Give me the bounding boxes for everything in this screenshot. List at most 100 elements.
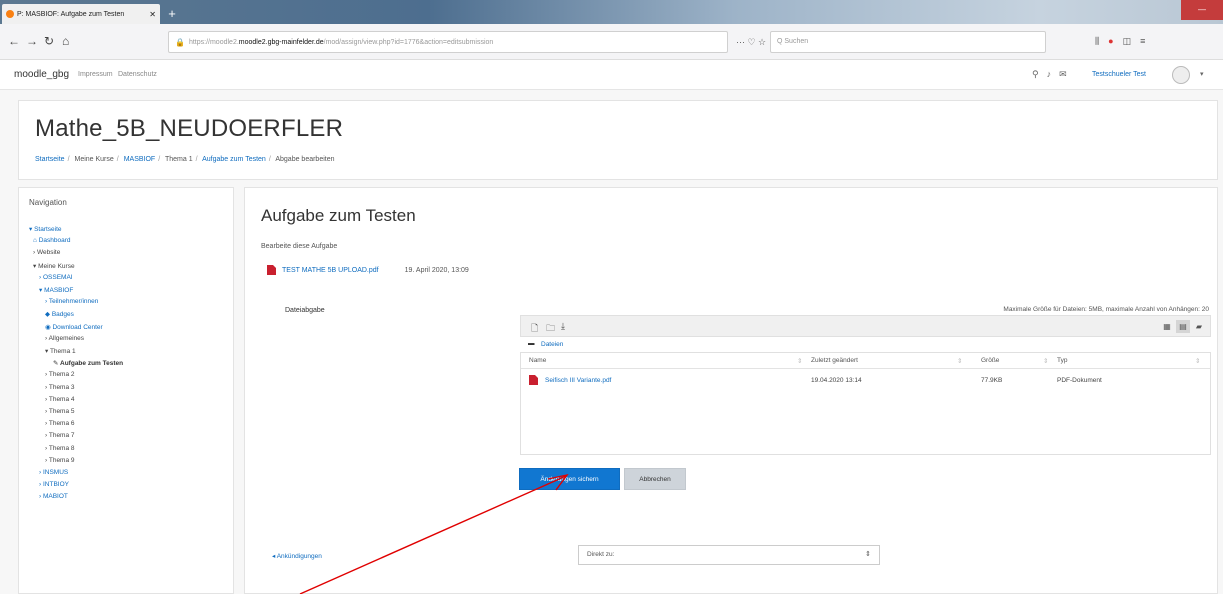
sidebar-item-label: › Thema 4 [45,395,75,403]
sidebar-item[interactable]: ✎ Aufgabe zum Testen [53,359,123,367]
path-link[interactable]: Dateien [541,341,563,348]
menu-icon[interactable]: ≡ [1140,36,1145,47]
sidebar-item-label: › MABIOT [39,493,68,501]
close-tab-icon[interactable]: ✕ [149,10,156,19]
select-arrow-icon: ⇕ [865,551,871,558]
sidebar-item[interactable]: ▾ Meine Kurse [33,262,75,270]
save-changes-button[interactable]: Änderungen sichern [519,468,620,490]
create-folder-icon[interactable]: 🗀 [546,321,555,337]
breadcrumb-item[interactable]: Aufgabe zum Testen [202,156,266,163]
table-row[interactable]: Seifisch III Variante.pdf 19.04.2020 13:… [521,371,1210,391]
sidebar-item[interactable]: › Thema 2 [45,371,75,378]
sidebar-item[interactable]: › OSSEMAI [39,274,73,281]
sidebar-item[interactable]: › MABIOT [39,493,68,500]
url-bar[interactable]: 🔒 https://moodle2. moodle2.gbg-mainfelde… [168,31,728,53]
browser-tab[interactable]: P: MASBIOF: Aufgabe zum Testen ✕ [2,4,160,24]
sidebar-item[interactable]: › Thema 8 [45,445,75,452]
browser-search-input[interactable]: Q Suchen [770,31,1046,53]
messages-icon[interactable]: ✉ [1059,69,1067,80]
previous-activity-link[interactable]: ◂ Ankündigungen [272,552,322,560]
lock-icon: 🔒 [175,37,185,47]
window-control-button[interactable]: — [1181,0,1223,20]
jump-to-select[interactable]: Direkt zu: ⇕ [578,545,880,565]
breadcrumb-item[interactable]: Thema 1 [165,156,193,163]
pdf-file-icon [529,375,538,385]
sidebar-item-label: › Thema 2 [45,371,75,379]
url-prefix: https://moodle2. [188,38,239,46]
jump-to-select-value: Direkt zu: [587,551,615,558]
sort-icon[interactable]: ⇕ [797,357,802,365]
sidebar-item[interactable]: ▾ Startseite [29,225,62,233]
sidebar-item-label: › Allgemeines [45,334,85,342]
sort-icon[interactable]: ⇕ [957,357,962,365]
sidebar-item[interactable]: ◆ Badges [45,310,74,318]
sidebar-item[interactable]: ▾ Thema 1 [45,347,76,355]
download-all-icon[interactable]: ⤓ [561,321,565,332]
sidebar-item-label: › INSMUS [39,469,69,476]
home-icon[interactable]: ⌂ [62,34,69,48]
sidebar-item[interactable]: › Teilnehmer/innen [45,298,98,305]
attached-file-link[interactable]: TEST MATHE 5B UPLOAD.pdf [282,267,379,274]
reload-icon[interactable]: ↻ [44,34,54,48]
sidebar-item[interactable]: › Thema 6 [45,420,75,427]
sidebar-item[interactable]: › Thema 9 [45,457,75,464]
forward-icon[interactable]: → [26,34,38,48]
cancel-button[interactable]: Abbrechen [624,468,686,490]
notification-bell-icon[interactable]: ♪ [1047,69,1052,80]
sidebar-item-label: › OSSEMAI [39,273,73,281]
page-body: Mathe_5B_NEUDOERFLER Startseite / Meine K… [0,90,1223,594]
column-header-name[interactable]: Name [529,357,546,364]
column-header-modified[interactable]: Zuletzt geändert [811,357,858,364]
sidebar-item-label: ▾ MASBIOF [39,287,74,294]
file-name-link[interactable]: Seifisch III Variante.pdf [545,377,611,384]
datenschutz-link[interactable]: Datenschutz [118,71,157,78]
sidebar-item[interactable]: › INSMUS [39,469,68,476]
breadcrumb-current: Abgabe bearbeiten [275,156,335,163]
sidebar-item[interactable]: ◉ Download Center [45,323,103,331]
search-icon[interactable]: ⚲ [1032,69,1039,80]
sidebar-item-label: ▾ Thema 1 [45,348,76,355]
add-file-icon[interactable]: 🗋 [531,321,538,337]
sort-icon[interactable]: ⇕ [1043,357,1048,365]
back-icon[interactable]: ← [8,34,20,48]
sidebar-item[interactable]: › Thema 3 [45,384,75,391]
sidebar-item[interactable]: › Allgemeines [45,335,84,342]
sidebar-item[interactable]: › Website [33,249,60,256]
breadcrumb-item[interactable]: Meine Kurse [74,156,113,163]
icon-view-icon[interactable]: ▦ [1160,320,1174,333]
sidebar-item[interactable]: › Thema 5 [45,408,75,415]
library-icon[interactable]: ⫼ [1095,36,1099,47]
site-brand[interactable]: moodle_gbg [14,69,69,80]
sidebar-item[interactable]: ▾ MASBIOF [39,286,73,294]
extension-icon[interactable]: ● [1108,36,1113,47]
view-mode-buttons: ▦ ▤ ▰ [1160,320,1206,333]
file-list: Name ⇕ Zuletzt geändert ⇕ Größe ⇕ Typ ⇕ … [520,352,1211,455]
page-actions-icons[interactable]: ··· ♡ ☆ [736,37,766,48]
file-size: 77.9KB [981,377,1003,384]
sidebar-item[interactable]: ⌂ Dashboard [33,237,71,244]
new-tab-button[interactable]: + [164,6,180,22]
impressum-link[interactable]: Impressum [78,71,113,78]
file-type: PDF-Dokument [1057,377,1102,384]
sort-icon[interactable]: ⇕ [1195,357,1200,365]
breadcrumb-item[interactable]: Startseite [35,156,65,163]
sidebar-item[interactable]: › INTBIOY [39,481,69,488]
user-menu-chevron-down-icon[interactable]: ▾ [1200,70,1204,78]
breadcrumb-item[interactable]: MASBIOF [124,156,156,163]
user-name[interactable]: Testschueler Test [1092,71,1146,78]
navbar-icons: ⚲ ♪ ✉ [1032,69,1067,80]
column-header-type[interactable]: Typ [1057,357,1067,364]
list-view-icon[interactable]: ▤ [1176,320,1190,333]
file-submission-label: Dateiabgabe [285,307,325,314]
column-header-size[interactable]: Größe [981,357,999,364]
sidebar-icon[interactable]: ◫ [1123,36,1132,47]
sidebar-item[interactable]: › Thema 7 [45,432,75,439]
url-host: moodle2.gbg-mainfelder.de [238,38,324,46]
assignment-icon: ✎ [53,360,61,368]
avatar[interactable] [1172,66,1190,84]
sidebar-item-label: › Thema 3 [45,383,75,391]
file-manager-toolbar: 🗋 🗀 ⤓ ▦ ▤ ▰ [520,315,1211,337]
sidebar-item[interactable]: › Thema 4 [45,396,75,403]
sidebar-item-label: › Thema 6 [45,420,75,428]
tree-view-icon[interactable]: ▰ [1192,320,1206,333]
